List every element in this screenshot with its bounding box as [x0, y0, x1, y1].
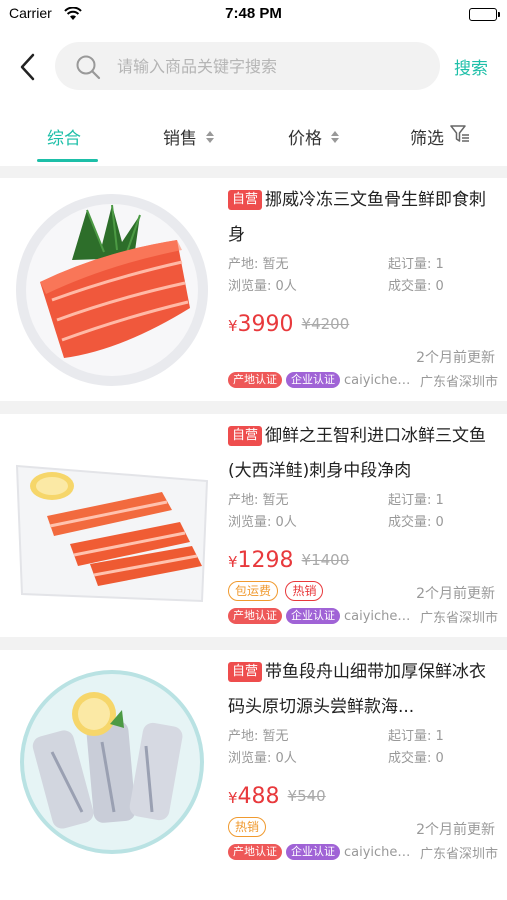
- tags-row: 热销 2个月前更新: [228, 815, 498, 841]
- meta-row: 浏览量: 0人 成交量: 0: [228, 747, 498, 769]
- self-operated-badge: 自营: [228, 662, 263, 682]
- currency-symbol: ¥: [228, 788, 238, 807]
- cert-row: 产地认证 企业认证 caiyiche12... 广东省深圳市: [228, 369, 498, 391]
- product-title[interactable]: 自营 挪威冷冻三文鱼骨生鲜即食刺身: [228, 183, 498, 253]
- back-arrow-icon[interactable]: [16, 52, 40, 82]
- sort-arrows-icon: [331, 129, 339, 145]
- search-bar[interactable]: [55, 42, 440, 90]
- product-image-salmon-fillet[interactable]: [12, 190, 212, 390]
- original-price: ¥540: [287, 787, 326, 805]
- origin-text: 产地: 暂无: [228, 729, 289, 744]
- origin-cert-badge: 产地认证: [228, 608, 282, 624]
- product-info: 自营 带鱼段舟山细带加厚保鲜冰衣码头原切源头尝鲜款海... 产地: 暂无 起订量:…: [228, 650, 498, 863]
- origin-cert-badge: 产地认证: [228, 372, 282, 388]
- product-title-text: 挪威冷冻三文鱼骨生鲜即食刺身: [228, 190, 487, 245]
- status-bar: Carrier 7:48 PM: [0, 0, 507, 30]
- tab-label: 筛选: [410, 129, 444, 149]
- nav-bar: 搜索: [0, 30, 507, 104]
- self-operated-badge: 自营: [228, 190, 263, 210]
- meta-row: 产地: 暂无 起订量: 1: [228, 725, 498, 747]
- seller-name: caiyiche12...: [344, 608, 416, 624]
- tags-row: 2个月前更新: [228, 343, 498, 369]
- views-text: 浏览量: 0人: [228, 515, 297, 530]
- seller-region: 广东省深圳市: [419, 374, 498, 390]
- current-price: ¥3990: [228, 312, 294, 337]
- hot-sale-tag: 热销: [228, 817, 267, 837]
- updated-time: 2个月前更新: [416, 586, 495, 602]
- company-cert-badge: 企业认证: [286, 608, 340, 624]
- product-image-salmon-slices[interactable]: [12, 426, 212, 626]
- current-price: ¥1298: [228, 548, 294, 573]
- updated-time: 2个月前更新: [416, 350, 495, 366]
- seller-region: 广东省深圳市: [419, 846, 498, 862]
- product-info: 自营 御鲜之王智利进口冰鲜三文鱼(大西洋鲑)刺身中段净肉 产地: 暂无 起订量: …: [228, 414, 498, 627]
- tab-price[interactable]: 价格: [288, 124, 339, 149]
- min-order-text: 起订量: 1: [388, 729, 444, 744]
- tab-filter[interactable]: 筛选: [410, 124, 470, 149]
- deals-text: 成交量: 0: [388, 279, 444, 294]
- min-order-text: 起订量: 1: [388, 493, 444, 508]
- tab-comprehensive[interactable]: 综合: [47, 124, 81, 149]
- origin-text: 产地: 暂无: [228, 493, 289, 508]
- views-text: 浏览量: 0人: [228, 279, 297, 294]
- product-title[interactable]: 自营 带鱼段舟山细带加厚保鲜冰衣码头原切源头尝鲜款海...: [228, 655, 498, 725]
- cert-row: 产地认证 企业认证 caiyiche12... 广东省深圳市: [228, 605, 498, 627]
- current-price: ¥488: [228, 784, 280, 809]
- filter-funnel-icon: [450, 125, 470, 148]
- company-cert-badge: 企业认证: [286, 844, 340, 860]
- hot-sale-tag: 热销: [285, 581, 324, 601]
- meta-row: 产地: 暂无 起订量: 1: [228, 489, 498, 511]
- price-row: ¥488 ¥540: [228, 777, 498, 815]
- search-icon: [75, 54, 101, 84]
- tab-label: 销售: [163, 129, 197, 149]
- price-row: ¥1298 ¥1400: [228, 541, 498, 579]
- min-order-text: 起订量: 1: [388, 257, 444, 272]
- meta-row: 产地: 暂无 起订量: 1: [228, 253, 498, 275]
- meta-row: 浏览量: 0人 成交量: 0: [228, 511, 498, 533]
- deals-text: 成交量: 0: [388, 515, 444, 530]
- battery-icon: [469, 8, 500, 21]
- sort-arrows-icon: [206, 129, 214, 145]
- original-price: ¥4200: [301, 315, 350, 333]
- cert-row: 产地认证 企业认证 caiyiche12... 广东省深圳市: [228, 841, 498, 863]
- price-row: ¥3990 ¥4200: [228, 305, 498, 343]
- seller-region: 广东省深圳市: [419, 610, 498, 626]
- active-tab-indicator: [37, 159, 98, 162]
- free-shipping-tag: 包运费: [228, 581, 279, 601]
- updated-time: 2个月前更新: [416, 822, 495, 838]
- views-text: 浏览量: 0人: [228, 751, 297, 766]
- price-value: 3990: [237, 311, 294, 337]
- tab-label: 价格: [288, 129, 322, 149]
- currency-symbol: ¥: [228, 552, 238, 571]
- origin-cert-badge: 产地认证: [228, 844, 282, 860]
- product-title-text: 带鱼段舟山细带加厚保鲜冰衣码头原切源头尝鲜款海...: [228, 662, 487, 717]
- tab-label: 综合: [47, 129, 81, 149]
- self-operated-badge: 自营: [228, 426, 263, 446]
- product-card[interactable]: 自营 挪威冷冻三文鱼骨生鲜即食刺身 产地: 暂无 起订量: 1 浏览量: 0人 成…: [0, 178, 507, 401]
- product-title[interactable]: 自营 御鲜之王智利进口冰鲜三文鱼(大西洋鲑)刺身中段净肉: [228, 419, 498, 489]
- currency-symbol: ¥: [228, 316, 238, 335]
- product-card[interactable]: 自营 带鱼段舟山细带加厚保鲜冰衣码头原切源头尝鲜款海... 产地: 暂无 起订量:…: [0, 650, 507, 873]
- seller-name: caiyiche12...: [344, 844, 416, 860]
- product-title-text: 御鲜之王智利进口冰鲜三文鱼(大西洋鲑)刺身中段净肉: [228, 426, 487, 481]
- meta-row: 浏览量: 0人 成交量: 0: [228, 275, 498, 297]
- price-value: 488: [237, 783, 280, 809]
- tab-sales[interactable]: 销售: [163, 124, 214, 149]
- price-value: 1298: [237, 547, 294, 573]
- original-price: ¥1400: [301, 551, 350, 569]
- product-info: 自营 挪威冷冻三文鱼骨生鲜即食刺身 产地: 暂无 起订量: 1 浏览量: 0人 成…: [228, 178, 498, 391]
- seller-name: caiyiche12...: [344, 372, 416, 388]
- tags-row: 包运费 热销 2个月前更新: [228, 579, 498, 605]
- search-input[interactable]: [117, 42, 417, 90]
- sort-tabs: 综合 销售 价格 筛选: [0, 104, 507, 166]
- deals-text: 成交量: 0: [388, 751, 444, 766]
- next-product-card-edge: [0, 872, 507, 900]
- origin-text: 产地: 暂无: [228, 257, 289, 272]
- clock: 7:48 PM: [225, 5, 282, 22]
- product-card[interactable]: 自营 御鲜之王智利进口冰鲜三文鱼(大西洋鲑)刺身中段净肉 产地: 暂无 起订量: …: [0, 414, 507, 637]
- company-cert-badge: 企业认证: [286, 372, 340, 388]
- product-image-hairtail-pieces[interactable]: [12, 662, 212, 862]
- search-button[interactable]: 搜索: [454, 54, 488, 79]
